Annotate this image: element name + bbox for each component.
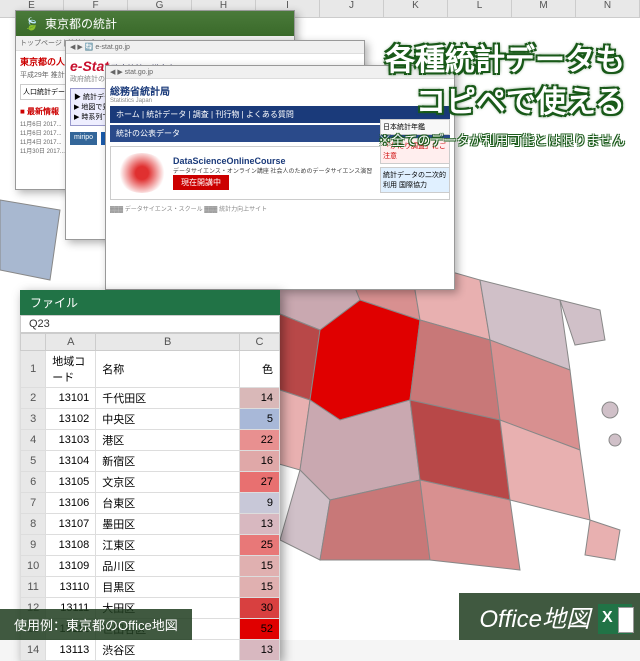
headline-note: ※全てのデータが利用可能とは限りません bbox=[378, 130, 625, 149]
table-row[interactable]: 1113110目黒区15 bbox=[21, 577, 280, 598]
table-row[interactable]: 413103港区22 bbox=[21, 430, 280, 451]
excel-icon bbox=[598, 604, 632, 634]
col-header-row: A B C bbox=[21, 334, 280, 351]
ds-graphic bbox=[117, 153, 167, 193]
table-row[interactable]: 713106台東区9 bbox=[21, 493, 280, 514]
ds-button: 現在開講中 bbox=[173, 175, 229, 190]
ginkgo-icon: 🍃 bbox=[24, 17, 39, 31]
headline: 各種統計データも コピペで使える ※全てのデータが利用可能とは限りません bbox=[378, 40, 625, 149]
ds-sub: データサイエンス・オンライン講座 社会人のためのデータサイエンス演習 bbox=[173, 166, 372, 175]
estat-logo: e-Stat bbox=[70, 58, 109, 74]
table-row[interactable]: 813107墨田区13 bbox=[21, 514, 280, 535]
headline-line1: 各種統計データも bbox=[378, 40, 625, 82]
table-row[interactable]: 1013109品川区15 bbox=[21, 556, 280, 577]
footer-caption: 使用例：東京都のOffice地図 bbox=[0, 609, 192, 640]
ds-title: DataScienceOnlineCourse bbox=[173, 156, 372, 166]
table-row[interactable]: 613105文京区27 bbox=[21, 472, 280, 493]
ad-intl: 統計データの二次的利用 国際協力 bbox=[380, 167, 450, 193]
browser-title: 🍃 東京都の統計 bbox=[16, 11, 294, 36]
excel-ribbon-file[interactable]: ファイル bbox=[20, 290, 280, 315]
table-header-row[interactable]: 1地域コード名称色 bbox=[21, 351, 280, 388]
cell-reference[interactable]: Q23 bbox=[20, 315, 280, 333]
table-row[interactable]: 913108江東区25 bbox=[21, 535, 280, 556]
table-row[interactable]: 313102中央区5 bbox=[21, 409, 280, 430]
table-row[interactable]: 513104新宿区16 bbox=[21, 451, 280, 472]
browser-nav: ◀ ▶ 🔄 e-stat.go.jp bbox=[66, 41, 364, 54]
table-row[interactable]: 1413113渋谷区13 bbox=[21, 640, 280, 661]
excel-window: ファイル Q23 A B C 1地域コード名称色213101千代田区143131… bbox=[20, 290, 280, 661]
brand-text: Office地図 bbox=[479, 606, 590, 633]
footer-brand: Office地図 bbox=[459, 593, 640, 640]
table-row[interactable]: 213101千代田区14 bbox=[21, 388, 280, 409]
headline-line2: コピペで使える bbox=[378, 82, 625, 124]
